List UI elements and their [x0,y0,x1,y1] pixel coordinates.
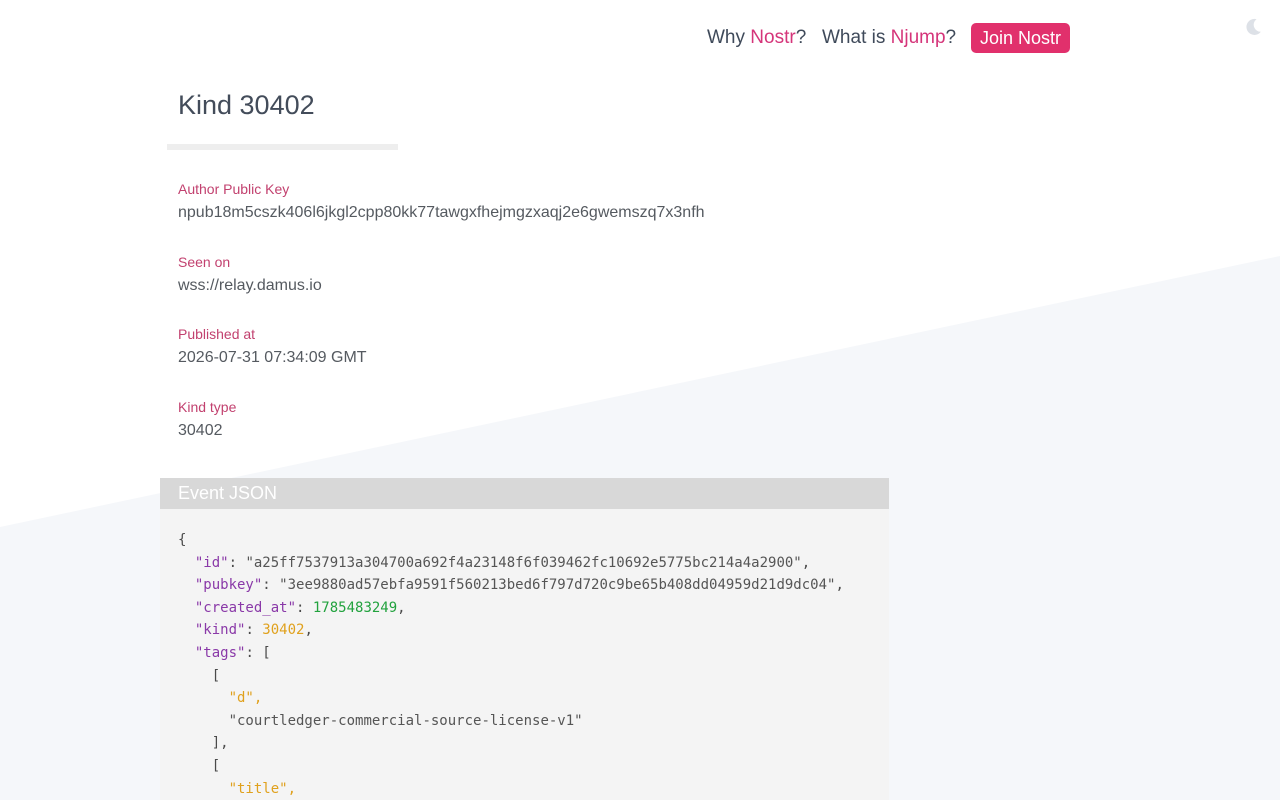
json-value-pubkey: "3ee9880ad57ebfa9591f560213bed6f797d720c… [279,577,836,594]
nav-why-prefix: Why [707,27,751,48]
json-tag-value-d: "courtledger-commercial-source-license-v… [228,712,583,729]
seen-on-value: wss://relay.damus.io [178,277,322,294]
json-value-id: "a25ff7537913a304700a692f4a23148f6f03946… [245,554,802,571]
published-at-field: Published at 2026-07-31 07:34:09 GMT [178,325,367,368]
json-key-id: "id" [194,554,229,571]
nav-what-prefix: What is [822,27,891,48]
kind-type-field: Kind type 30402 [178,398,236,441]
nav-link-what-is-njump[interactable]: What is Njump? [822,27,956,49]
kind-type-value: 30402 [178,422,223,439]
nav-link-why-nostr[interactable]: Why Nostr? [707,27,806,49]
nav-what-suffix: ? [945,27,957,48]
nav-what-accent: Njump [890,27,946,48]
seen-on-field: Seen on wss://relay.damus.io [178,253,322,296]
join-nostr-button[interactable]: Join Nostr [971,23,1070,53]
moon-icon[interactable] [1243,17,1263,37]
seen-on-label: Seen on [178,254,231,270]
author-public-key-label: Author Public Key [178,181,290,197]
event-json-code: { "id": "a25ff7537913a304700a692f4a23148… [178,532,844,797]
published-at-value: 2026-07-31 07:34:09 GMT [178,349,367,366]
author-public-key-value[interactable]: npub18m5cszk406l6jkgl2cpp80kk77tawgxfhej… [178,203,705,223]
json-value-created-at: 1785483249 [312,599,398,616]
event-json-panel: Event JSON { "id": "a25ff7537913a304700a… [160,478,889,800]
page-title: Kind 30402 [178,90,315,120]
json-key-kind: "kind" [194,622,246,639]
json-tag-name-title: "title" [228,780,288,797]
json-value-kind: 30402 [262,622,305,639]
published-at-label: Published at [178,326,256,342]
nav-why-suffix: ? [795,27,807,48]
author-public-key-field: Author Public Key npub18m5cszk406l6jkgl2… [178,180,705,223]
json-tag-name-d: "d" [228,690,254,707]
event-json-header: Event JSON [160,478,889,509]
nav-why-accent: Nostr [750,27,796,48]
kind-type-label: Kind type [178,399,237,415]
json-key-tags: "tags" [194,644,246,661]
title-divider [167,144,398,150]
json-key-pubkey: "pubkey" [194,577,263,594]
top-nav: Why Nostr? What is Njump? Join Nostr [0,22,1280,54]
json-key-created-at: "created_at" [194,599,297,616]
